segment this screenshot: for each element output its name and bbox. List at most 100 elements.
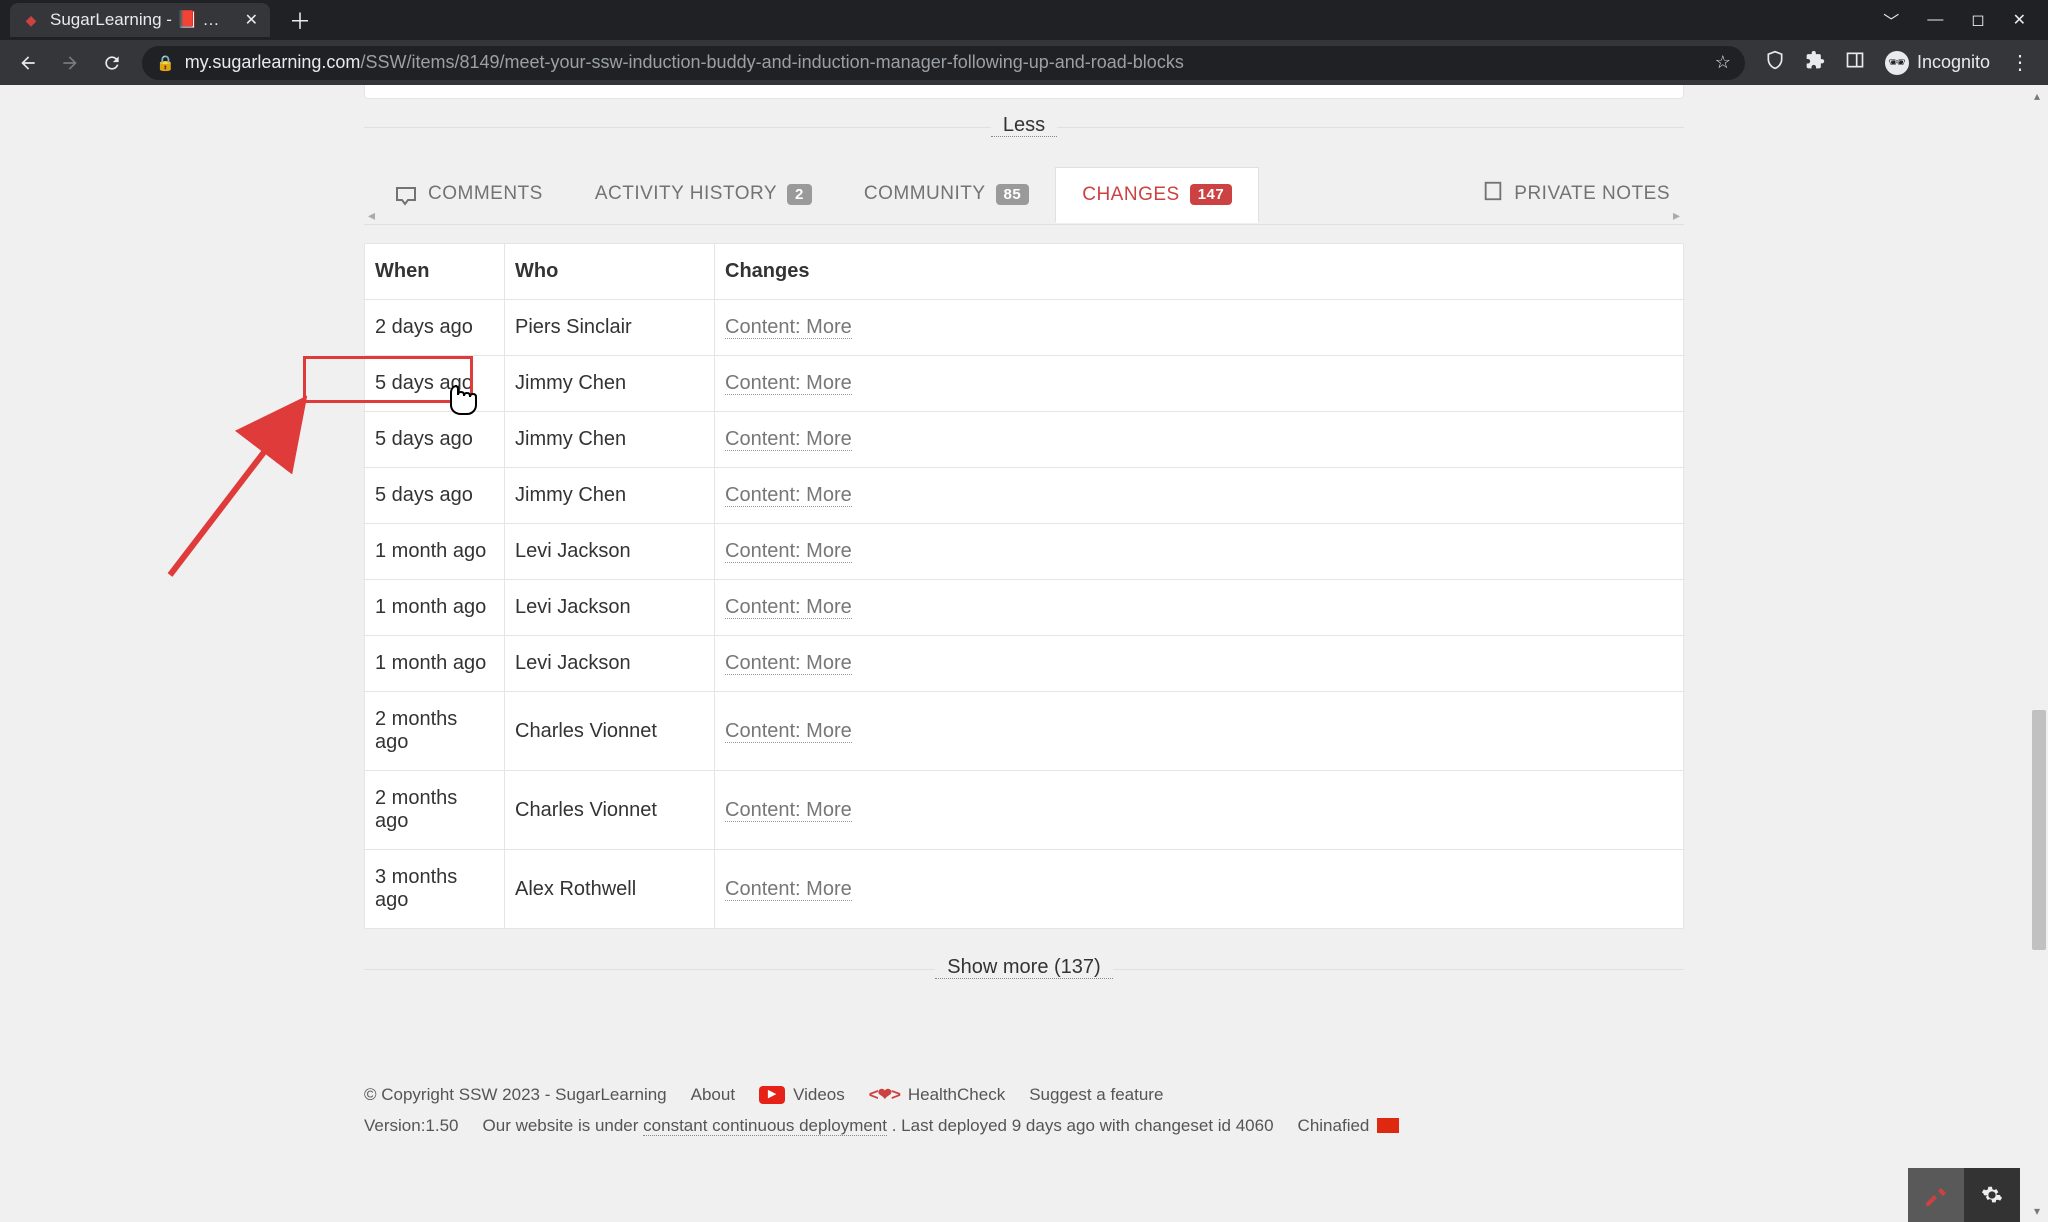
less-link[interactable]: Less — [991, 114, 1057, 137]
deployment-link[interactable]: constant continuous deployment — [643, 1116, 887, 1136]
cell-changes: Content: More — [715, 636, 1684, 692]
cell-changes: Content: More — [715, 356, 1684, 412]
cell-who: Levi Jackson — [505, 524, 715, 580]
healthcheck-link[interactable]: HealthCheck — [908, 1080, 1005, 1111]
scrollbar-up-icon[interactable]: ▴ — [2026, 85, 2048, 107]
table-row: 5 days agoJimmy Chen Content: More — [365, 468, 1684, 524]
reload-button[interactable] — [94, 45, 130, 81]
cell-when: 1 month ago — [365, 524, 505, 580]
copyright-text: © Copyright SSW 2023 - SugarLearning — [364, 1080, 667, 1111]
content-more-link[interactable]: Content: More — [725, 878, 852, 901]
panel-icon[interactable] — [1845, 50, 1865, 76]
gear-widget-button[interactable] — [1964, 1168, 2020, 1222]
cell-who: Alex Rothwell — [505, 850, 715, 929]
content-more-link[interactable]: Content: More — [725, 720, 852, 743]
deploy-suffix: . Last deployed 9 days ago with changese… — [887, 1116, 1274, 1135]
back-button[interactable] — [10, 45, 46, 81]
content-more-link[interactable]: Content: More — [725, 316, 852, 339]
cell-who: Jimmy Chen — [505, 412, 715, 468]
scrollbar-thumb[interactable] — [2032, 710, 2046, 950]
content-more-link[interactable]: Content: More — [725, 596, 852, 619]
videos-link[interactable]: Videos — [793, 1080, 845, 1111]
tab-title: SugarLearning - 📕 Meet your S… — [50, 10, 229, 30]
url-path: /SSW/items/8149/meet-your-ssw-induction-… — [360, 52, 1183, 72]
cell-when: 2 days ago — [365, 300, 505, 356]
content-more-link[interactable]: Content: More — [725, 652, 852, 675]
browser-tab[interactable]: ◆ SugarLearning - 📕 Meet your S… ✕ — [10, 3, 270, 37]
content-more-link[interactable]: Content: More — [725, 799, 852, 822]
shield-icon[interactable] — [1765, 49, 1785, 77]
healthcheck-icon: <❤> — [869, 1080, 900, 1111]
community-badge: 85 — [996, 184, 1030, 205]
cell-changes: Content: More — [715, 692, 1684, 771]
tab-activity-history-label: ACTIVITY HISTORY — [595, 183, 777, 205]
tab-scroll-right-icon[interactable]: ▸ — [1667, 205, 1686, 226]
content-more-link[interactable]: Content: More — [725, 540, 852, 563]
chinafied-link[interactable]: Chinafied — [1298, 1111, 1370, 1142]
table-row: 3 months agoAlex Rothwell Content: More — [365, 850, 1684, 929]
tab-comments[interactable]: COMMENTS — [368, 166, 569, 222]
tab-private-notes[interactable]: PRIVATE NOTES — [1472, 164, 1680, 224]
content-more-link[interactable]: Content: More — [725, 484, 852, 507]
chevron-down-icon[interactable]: ﹀ — [1883, 8, 1899, 32]
cell-who: Jimmy Chen — [505, 468, 715, 524]
header-who: Who — [505, 244, 715, 300]
table-row: 5 days agoJimmy ChenContent: More — [365, 412, 1684, 468]
cell-when: 3 months ago — [365, 850, 505, 929]
scrollbar[interactable]: ▴ ▾ — [2026, 85, 2048, 1222]
version-text: Version:1.50 — [364, 1111, 459, 1142]
cell-changes: Content: More — [715, 412, 1684, 468]
cell-changes: Content: More — [715, 771, 1684, 850]
cell-changes: Content: More — [715, 468, 1684, 524]
cell-who: Levi Jackson — [505, 580, 715, 636]
tab-close-icon[interactable]: ✕ — [245, 10, 258, 30]
tab-scroll-left-icon[interactable]: ◂ — [362, 205, 381, 226]
extensions-icon[interactable] — [1805, 50, 1825, 76]
tab-changes[interactable]: CHANGES 147 — [1055, 167, 1259, 223]
footer: © Copyright SSW 2023 - SugarLearning Abo… — [364, 1080, 1684, 1141]
maximize-icon[interactable]: ◻ — [1971, 10, 1984, 30]
content-card-bottom — [364, 85, 1684, 99]
incognito-badge[interactable]: 🕶 Incognito — [1885, 51, 1990, 75]
new-tab-button[interactable]: ＋ — [286, 6, 314, 34]
star-icon[interactable]: ☆ — [1715, 52, 1731, 73]
browser-chrome: ◆ SugarLearning - 📕 Meet your S… ✕ ＋ ﹀ —… — [0, 0, 2048, 85]
scrollbar-down-icon[interactable]: ▾ — [2026, 1200, 2048, 1222]
table-row: 2 months agoCharles VionnetContent: More — [365, 771, 1684, 850]
cell-who: Charles Vionnet — [505, 771, 715, 850]
tab-activity-history[interactable]: ACTIVITY HISTORY 2 — [569, 167, 838, 221]
tab-community[interactable]: COMMUNITY 85 — [838, 167, 1055, 221]
annotation-arrow-icon — [150, 385, 330, 585]
content-more-link[interactable]: Content: More — [725, 372, 852, 395]
close-window-icon[interactable]: ✕ — [2013, 10, 2026, 30]
favicon-icon: ◆ — [22, 11, 40, 29]
cell-who: Levi Jackson — [505, 636, 715, 692]
about-link[interactable]: About — [691, 1080, 735, 1111]
forward-button[interactable] — [52, 45, 88, 81]
suggest-feature-link[interactable]: Suggest a feature — [1029, 1080, 1163, 1111]
minimize-icon[interactable]: — — [1927, 11, 1943, 29]
cell-when: 1 month ago — [365, 636, 505, 692]
nav-bar: 🔒 my.sugarlearning.com/SSW/items/8149/me… — [0, 40, 2048, 85]
table-row: 1 month agoLevi Jackson Content: More — [365, 524, 1684, 580]
address-bar[interactable]: 🔒 my.sugarlearning.com/SSW/items/8149/me… — [142, 46, 1745, 80]
hammer-widget-button[interactable] — [1908, 1168, 1964, 1222]
url-host: my.sugarlearning.com — [185, 52, 361, 72]
show-more-row: Show more (137) — [364, 969, 1684, 970]
incognito-label: Incognito — [1917, 52, 1990, 73]
tab-changes-label: CHANGES — [1082, 184, 1179, 206]
activity-history-badge: 2 — [787, 184, 812, 205]
incognito-icon: 🕶 — [1885, 51, 1909, 75]
show-more-link[interactable]: Show more (137) — [935, 956, 1112, 979]
content-more-link[interactable]: Content: More — [725, 428, 852, 451]
changes-badge: 147 — [1190, 184, 1233, 205]
header-when: When — [365, 244, 505, 300]
table-row: 5 days agoJimmy ChenContent: More — [365, 356, 1684, 412]
kebab-menu-icon[interactable]: ⋮ — [2010, 50, 2030, 75]
cell-when: 5 days ago — [365, 468, 505, 524]
tabs-row: ◂ COMMENTS ACTIVITY HISTORY 2 COMMUNITY … — [364, 164, 1684, 225]
table-header-row: When Who Changes — [365, 244, 1684, 300]
cell-when: 2 months ago — [365, 692, 505, 771]
table-row: 1 month agoLevi Jackson Content: More — [365, 636, 1684, 692]
table-row: 2 months agoCharles VionnetContent: More — [365, 692, 1684, 771]
